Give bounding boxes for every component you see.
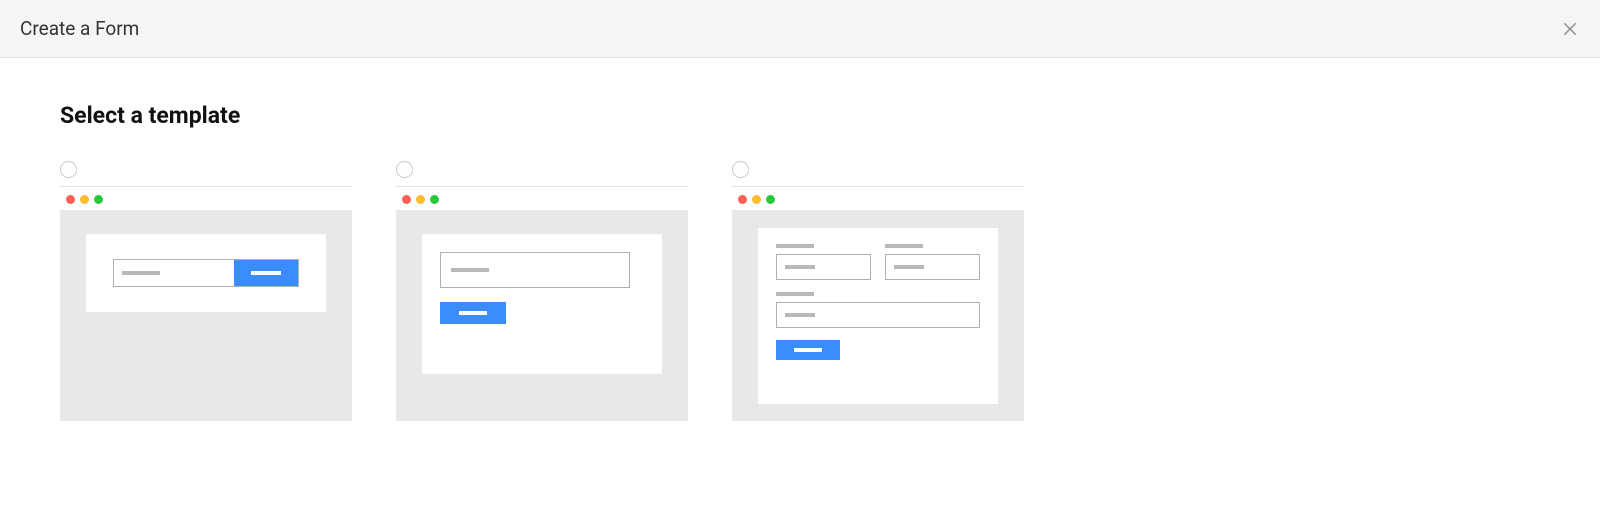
traffic-light-red-icon — [66, 195, 75, 204]
radio-input[interactable] — [396, 161, 413, 178]
template-preview — [732, 210, 1024, 421]
template-option-multi[interactable] — [732, 161, 1024, 421]
preview-placeholder-icon — [785, 313, 815, 317]
template-option-stacked[interactable] — [396, 161, 688, 421]
preview-input-wrapper — [113, 259, 299, 287]
preview-submit-button — [440, 302, 506, 324]
template-preview — [60, 210, 352, 421]
window-chrome — [396, 195, 688, 204]
preview-row — [776, 244, 980, 280]
modal-header: Create a Form — [0, 0, 1600, 58]
preview-placeholder-icon — [894, 265, 924, 269]
preview-field-label-icon — [885, 244, 923, 248]
preview-placeholder-icon — [785, 265, 815, 269]
preview-field-label-icon — [776, 292, 814, 296]
template-radio-row — [60, 161, 352, 187]
preview-button-label-icon — [251, 271, 281, 275]
traffic-light-yellow-icon — [416, 195, 425, 204]
preview-input — [776, 302, 980, 328]
preview-panel — [758, 228, 998, 404]
preview-input — [885, 254, 980, 280]
template-option-inline[interactable] — [60, 161, 352, 421]
preview-block — [776, 292, 980, 328]
preview-placeholder-icon — [122, 271, 160, 275]
template-preview — [396, 210, 688, 421]
preview-submit-button — [234, 260, 298, 286]
traffic-light-green-icon — [430, 195, 439, 204]
traffic-light-yellow-icon — [80, 195, 89, 204]
traffic-light-yellow-icon — [752, 195, 761, 204]
modal-title: Create a Form — [20, 17, 139, 40]
template-radio-row — [396, 161, 688, 187]
traffic-light-green-icon — [766, 195, 775, 204]
preview-button-label-icon — [794, 348, 822, 352]
preview-input — [776, 254, 871, 280]
preview-col — [776, 244, 871, 280]
preview-button-label-icon — [459, 311, 487, 315]
section-title: Select a template — [60, 102, 1540, 129]
traffic-light-green-icon — [94, 195, 103, 204]
traffic-light-red-icon — [402, 195, 411, 204]
preview-placeholder-icon — [451, 268, 489, 272]
modal-body: Select a template — [0, 58, 1600, 421]
preview-input — [440, 252, 630, 288]
close-icon — [1561, 20, 1579, 38]
radio-input[interactable] — [60, 161, 77, 178]
preview-panel — [422, 234, 662, 374]
window-chrome — [732, 195, 1024, 204]
preview-submit-button — [776, 340, 840, 360]
template-grid — [60, 161, 1540, 421]
preview-field-label-icon — [776, 244, 814, 248]
template-radio-row — [732, 161, 1024, 187]
preview-col — [885, 244, 980, 280]
preview-panel — [86, 234, 326, 312]
radio-input[interactable] — [732, 161, 749, 178]
close-button[interactable] — [1560, 19, 1580, 39]
window-chrome — [60, 195, 352, 204]
traffic-light-red-icon — [738, 195, 747, 204]
